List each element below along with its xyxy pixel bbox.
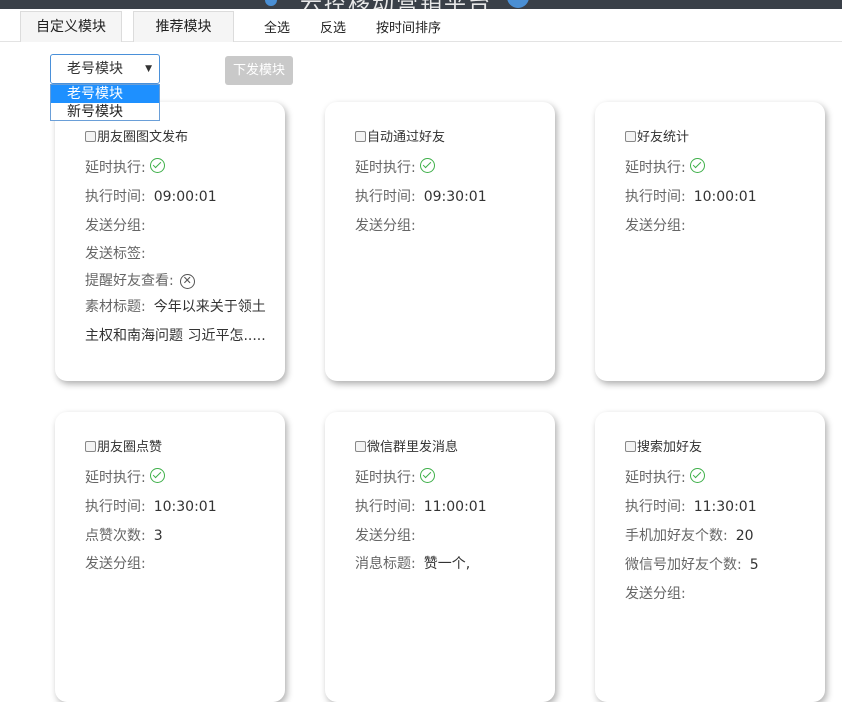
delay-row: 延时执行: xyxy=(625,467,705,487)
module-checkbox[interactable] xyxy=(625,131,636,142)
module-tabs: 自定义模块 推荐模块 全选 反选 按时间排序 xyxy=(0,10,842,42)
module-card: 朋友圈点赞 延时执行: 执行时间: 10:30:01 点赞次数: 3 发送分组: xyxy=(55,412,285,702)
tab-custom-modules[interactable]: 自定义模块 xyxy=(20,11,122,42)
send-group-row: 发送分组: xyxy=(85,556,146,572)
module-select-value: 老号模块 xyxy=(67,61,123,77)
tab-recommended-modules[interactable]: 推荐模块 xyxy=(133,11,234,42)
invert-selection-link[interactable]: 反选 xyxy=(320,17,346,36)
delay-row: 延时执行: xyxy=(355,157,435,177)
module-card-title[interactable]: 搜索加好友 xyxy=(625,436,702,455)
send-tag-row: 发送标签: xyxy=(85,246,146,262)
option-new-account-module[interactable]: 新号模块 xyxy=(51,103,159,121)
module-card: 自动通过好友 延时执行: 执行时间: 09:30:01 发送分组: xyxy=(325,102,555,381)
top-header: 云控移动营销平台 xyxy=(0,0,842,9)
module-type-dropdown: 老号模块 新号模块 xyxy=(50,84,160,121)
check-circle-icon xyxy=(689,158,705,173)
module-card-title[interactable]: 朋友圈图文发布 xyxy=(85,126,188,145)
module-name: 朋友圈图文发布 xyxy=(97,130,189,145)
send-group-row: 发送分组: xyxy=(625,218,686,234)
exec-time-row: 执行时间: 09:00:01 xyxy=(85,189,217,205)
module-card: 搜索加好友 延时执行: 执行时间: 11:30:01 手机加好友个数: 20 微信号… xyxy=(595,412,825,702)
dispatch-module-button[interactable]: 下发模块 xyxy=(225,56,293,85)
check-circle-icon xyxy=(149,158,165,173)
delay-row: 延时执行: xyxy=(85,467,165,487)
phone-add-count-row: 手机加好友个数: 20 xyxy=(625,528,754,544)
module-card-title[interactable]: 微信群里发消息 xyxy=(355,436,458,455)
sort-by-time-link[interactable]: 按时间排序 xyxy=(376,17,441,36)
exec-time-row: 执行时间: 11:00:01 xyxy=(355,499,487,515)
module-card-title[interactable]: 好友统计 xyxy=(625,126,689,145)
module-checkbox[interactable] xyxy=(355,131,366,142)
module-card-title[interactable]: 自动通过好友 xyxy=(355,126,445,145)
check-circle-icon xyxy=(149,468,165,483)
exec-time-row: 执行时间: 11:30:01 xyxy=(625,499,757,515)
app-title: 云控移动营销平台 xyxy=(300,0,492,9)
check-circle-icon xyxy=(419,468,435,483)
x-circle-icon: ✕ xyxy=(179,274,195,289)
exec-time-row: 执行时间: 09:30:01 xyxy=(355,189,487,205)
send-group-row: 发送分组: xyxy=(355,528,416,544)
delay-row: 延时执行: xyxy=(625,157,705,177)
exec-time-row: 执行时间: 10:30:01 xyxy=(85,499,217,515)
module-name: 搜索加好友 xyxy=(637,440,703,455)
module-name: 朋友圈点赞 xyxy=(97,440,163,455)
check-circle-icon xyxy=(419,158,435,173)
module-checkbox[interactable] xyxy=(85,441,96,452)
module-checkbox[interactable] xyxy=(85,131,96,142)
select-all-link[interactable]: 全选 xyxy=(264,17,290,36)
module-checkbox[interactable] xyxy=(625,441,636,452)
wechat-add-count-row: 微信号加好友个数: 5 xyxy=(625,557,759,573)
option-old-account-module[interactable]: 老号模块 xyxy=(51,85,159,103)
module-checkbox[interactable] xyxy=(355,441,366,452)
message-title-row: 消息标题: 赞一个, xyxy=(355,556,471,572)
send-group-row: 发送分组: xyxy=(85,218,146,234)
module-name: 自动通过好友 xyxy=(367,130,446,145)
check-circle-icon xyxy=(689,468,705,483)
dropdown-arrow-icon: ▼ xyxy=(145,64,152,74)
module-type-select[interactable]: 老号模块 ▼ xyxy=(50,54,160,84)
module-card: 朋友圈图文发布 延时执行: 执行时间: 09:00:01 发送分组: 发送标签: … xyxy=(55,102,285,381)
material-title-row: 素材标题: 今年以来关于领土 主权和南海问题 习近平怎..... xyxy=(85,299,266,344)
module-name: 好友统计 xyxy=(637,130,690,145)
module-card: 微信群里发消息 延时执行: 执行时间: 11:00:01 发送分组: 消息标题: 赞… xyxy=(325,412,555,702)
module-card-title[interactable]: 朋友圈点赞 xyxy=(85,436,162,455)
module-name: 微信群里发消息 xyxy=(367,440,459,455)
module-card: 好友统计 延时执行: 执行时间: 10:00:01 发送分组: xyxy=(595,102,825,381)
logo-icon xyxy=(265,0,277,6)
send-group-row: 发送分组: xyxy=(625,586,686,602)
delay-row: 延时执行: xyxy=(355,467,435,487)
header-badge-icon xyxy=(507,0,529,8)
exec-time-row: 执行时间: 10:00:01 xyxy=(625,189,757,205)
like-count-row: 点赞次数: 3 xyxy=(85,528,163,544)
delay-row: 延时执行: xyxy=(85,157,165,177)
remind-friends-row: 提醒好友查看: ✕ xyxy=(85,270,195,290)
send-group-row: 发送分组: xyxy=(355,218,416,234)
